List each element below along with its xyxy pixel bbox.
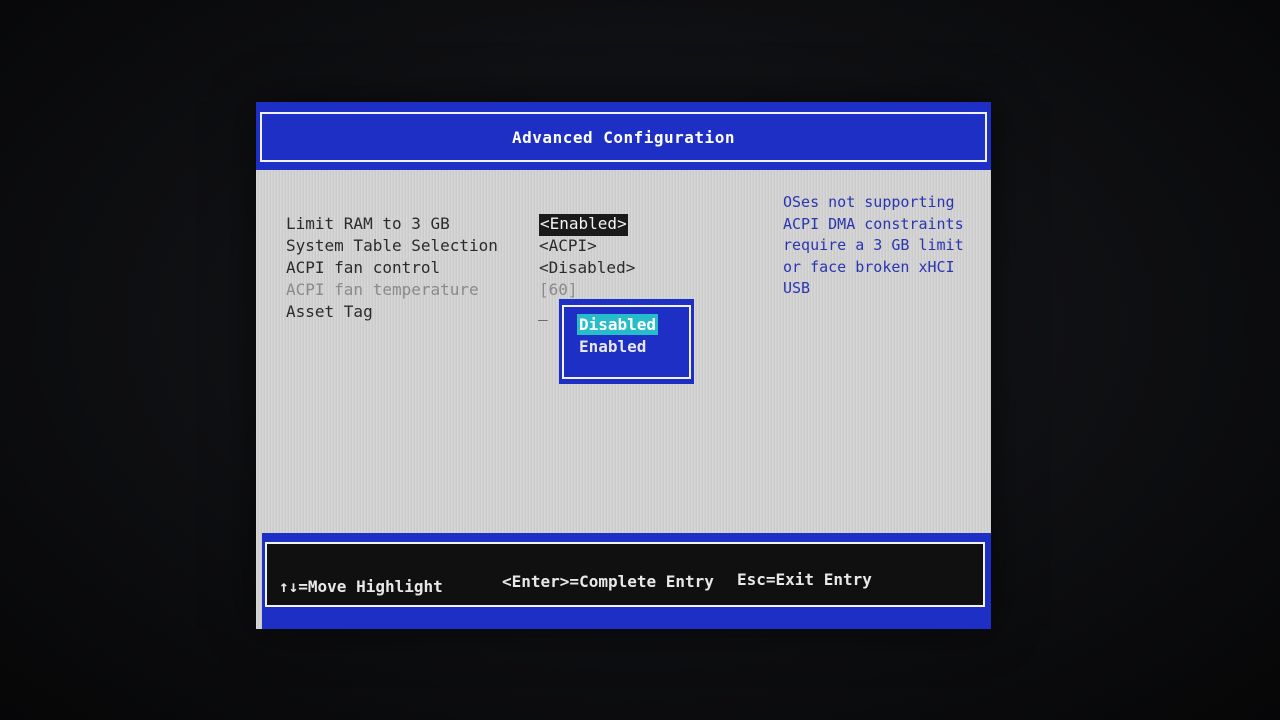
footer-frame: ↑↓=Move Highlight <Enter>=Complete Entry…: [265, 542, 985, 607]
footer-bar: ↑↓=Move Highlight <Enter>=Complete Entry…: [262, 533, 991, 629]
popup-frame: Disabled Enabled: [562, 305, 691, 379]
help-line: USB: [783, 279, 811, 297]
setting-label-system-table[interactable]: System Table Selection: [286, 236, 498, 258]
setting-value-asset-tag[interactable]: _: [538, 302, 548, 324]
setting-label-acpi-fan-control[interactable]: ACPI fan control: [286, 258, 440, 280]
setting-value-limit-ram[interactable]: <Enabled>: [539, 214, 628, 236]
help-panel: OSes not supporting ACPI DMA constraints…: [783, 192, 983, 300]
setting-label-limit-ram[interactable]: Limit RAM to 3 GB: [286, 214, 450, 236]
help-line: or face broken xHCI: [783, 257, 955, 276]
setting-label-asset-tag[interactable]: Asset Tag: [286, 302, 373, 324]
setting-label-acpi-fan-temperature: ACPI fan temperature: [286, 280, 479, 299]
option-popup: Disabled Enabled: [559, 299, 694, 384]
popup-option-disabled[interactable]: Disabled: [577, 314, 659, 335]
title-frame: Advanced Configuration: [260, 112, 987, 162]
help-line: require a 3 GB limit: [783, 236, 964, 254]
footer-enter-hint: <Enter>=Complete Entry: [502, 572, 714, 591]
footer-esc-hint: Esc=Exit Entry: [737, 570, 872, 589]
page-title: Advanced Configuration: [512, 127, 735, 147]
title-bar: Advanced Configuration: [256, 102, 991, 170]
bios-screen: Advanced Configuration Limit RAM to 3 GB…: [256, 102, 991, 629]
help-line: OSes not supporting: [783, 193, 955, 211]
popup-option-enabled[interactable]: Enabled: [577, 336, 648, 357]
setting-value-system-table[interactable]: <ACPI>: [539, 236, 597, 258]
setting-value-acpi-fan-control[interactable]: <Disabled>: [539, 258, 635, 280]
help-line: ACPI DMA constraints: [783, 214, 964, 233]
footer-move-hint: ↑↓=Move Highlight: [279, 577, 443, 596]
